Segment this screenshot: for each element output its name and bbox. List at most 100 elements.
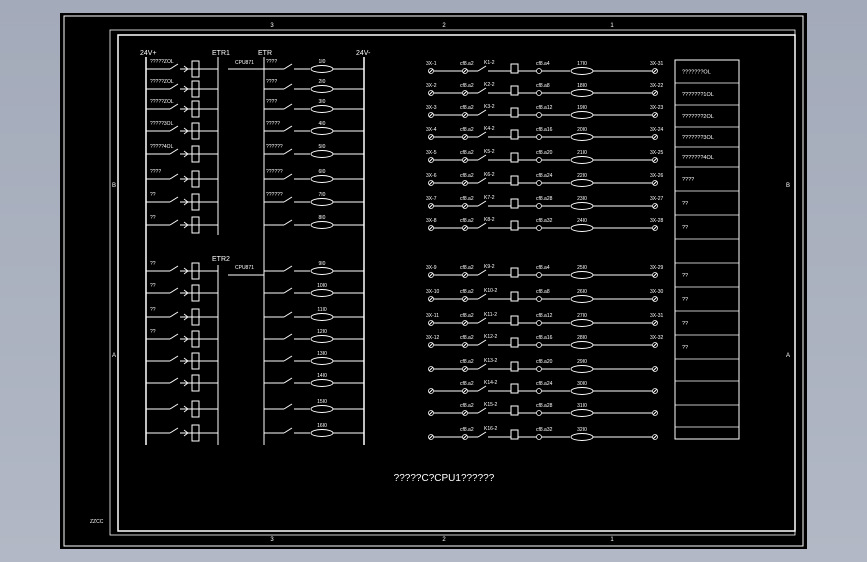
coil-symbol — [570, 433, 594, 441]
terminal-slash — [652, 134, 658, 140]
relay-coil-box — [510, 129, 519, 140]
terminal-slash — [462, 112, 468, 118]
contact-blade — [169, 333, 179, 340]
rail-positive-label: 24V+ — [140, 50, 157, 57]
coil-label: 17I0 — [577, 61, 587, 67]
wire-label: cf8.a2 — [460, 359, 474, 365]
terminal-slash — [652, 203, 658, 209]
coil-label: 28I0 — [577, 335, 587, 341]
wire-label: cf8.a2 — [460, 105, 474, 111]
relay-coil-box — [510, 175, 519, 186]
contact-blade — [283, 219, 293, 226]
terminal-slash — [428, 134, 434, 140]
coil-label: 15I0 — [317, 399, 327, 405]
legend-entry: ?? — [682, 345, 688, 351]
contact-blade — [477, 269, 487, 276]
contact-blade — [477, 131, 487, 138]
terminal-slash — [652, 180, 658, 186]
terminal-slash — [652, 342, 658, 348]
terminal-slash — [652, 410, 658, 416]
wire-label: cf8.a2 — [460, 150, 474, 156]
coil-label: 18I0 — [577, 83, 587, 89]
terminal-slash — [428, 388, 434, 394]
terminal-label: 3X-11 — [426, 313, 439, 319]
output-wire-label: cf8.a16 — [536, 335, 553, 341]
coil-symbol — [570, 365, 594, 373]
relay-coil-box — [510, 198, 519, 209]
coil-symbol — [310, 313, 334, 321]
coil-label: 7I0 — [319, 192, 326, 198]
contact-blade — [283, 173, 293, 180]
coil-symbol — [310, 198, 334, 206]
terminal-slash — [428, 225, 434, 231]
coil-label: 26I0 — [577, 289, 587, 295]
input-label: ?????3OL — [150, 121, 174, 127]
coil-symbol — [310, 289, 334, 297]
terminal-symbol — [536, 112, 542, 118]
coil-label: 5I0 — [319, 144, 326, 150]
terminal-label: 3X-31 — [650, 313, 664, 319]
legend-entry: ?? — [682, 201, 688, 207]
drawing-canvas[interactable]: 3 2 1 3 2 1 B B A A ZZCC ?????C?CPU1?????? 24V+ 24V- E… — [60, 13, 807, 549]
drawing-title: ?????C?CPU1?????? — [394, 473, 495, 484]
contact-blade — [477, 317, 487, 324]
terminal-block — [191, 338, 200, 348]
contact-blade — [477, 200, 487, 207]
contact-blade — [283, 355, 293, 362]
relay-coil-box — [510, 361, 519, 372]
wire-label: cf8.a2 — [460, 403, 474, 409]
coil-symbol — [310, 105, 334, 113]
contact-blade — [477, 407, 487, 414]
input-label: ?????4OL — [150, 144, 174, 150]
coil-label: 32I0 — [577, 427, 587, 433]
cad-viewport: 3 2 1 3 2 1 B B A A ZZCC ?????C?CPU1?????? 24V+ 24V- E… — [0, 0, 867, 562]
relay-label: K14-2 — [484, 380, 498, 386]
input-label: ?????ZOL — [150, 99, 174, 105]
output-wire-label: cf8.a20 — [536, 150, 553, 156]
terminal-slash — [462, 342, 468, 348]
coil-label: 4I0 — [319, 121, 326, 127]
contact-label: ????? — [266, 121, 280, 127]
relay-label: K12-2 — [484, 334, 498, 340]
contact-blade — [477, 385, 487, 392]
coil-label: 3I0 — [319, 99, 326, 105]
terminal-block — [191, 216, 200, 226]
terminal-block — [191, 108, 200, 118]
terminal-block — [191, 153, 200, 163]
legend-entry: ???? — [682, 177, 694, 183]
coil-symbol — [310, 379, 334, 387]
block-label-etr2: ETR2 — [212, 256, 230, 263]
contact-blade — [283, 427, 293, 434]
terminal-label: 3X-26 — [650, 173, 664, 179]
relay-coil-box — [510, 220, 519, 231]
coil-symbol — [310, 405, 334, 413]
terminal-slash — [462, 203, 468, 209]
terminal-label: 3X-12 — [426, 335, 440, 341]
terminal-slash — [428, 112, 434, 118]
coil-symbol — [570, 67, 594, 75]
input-label: ?? — [150, 329, 156, 335]
wire-label: cf8.a2 — [460, 61, 474, 67]
relay-label: K9-2 — [484, 264, 495, 270]
contact-blade — [283, 265, 293, 272]
coil-label: 10I0 — [317, 283, 327, 289]
relay-label: K16-2 — [484, 426, 498, 432]
block-label-etr1: ETR1 — [212, 50, 230, 57]
output-wire-label: cf8.a12 — [536, 313, 553, 319]
output-wire-label: cf8.a4 — [536, 61, 550, 67]
output-wire-label: cf8.a24 — [536, 173, 553, 179]
contact-label: ?????? — [266, 192, 283, 198]
terminal-label: 3X-8 — [426, 218, 437, 224]
coil-label: 21I0 — [577, 150, 587, 156]
terminal-slash — [652, 225, 658, 231]
terminal-symbol — [536, 68, 542, 74]
terminal-block — [191, 145, 200, 155]
output-wire-label: cf8.a16 — [536, 127, 553, 133]
terminal-label: 3X-27 — [650, 196, 664, 202]
output-wire-label: cf8.a4 — [536, 265, 550, 271]
relay-label: K6-2 — [484, 172, 495, 178]
coil-label: 23I0 — [577, 196, 587, 202]
legend-entry: ???????OL — [682, 70, 711, 76]
contact-blade — [283, 125, 293, 132]
zone-marker-left: B — [112, 183, 116, 189]
